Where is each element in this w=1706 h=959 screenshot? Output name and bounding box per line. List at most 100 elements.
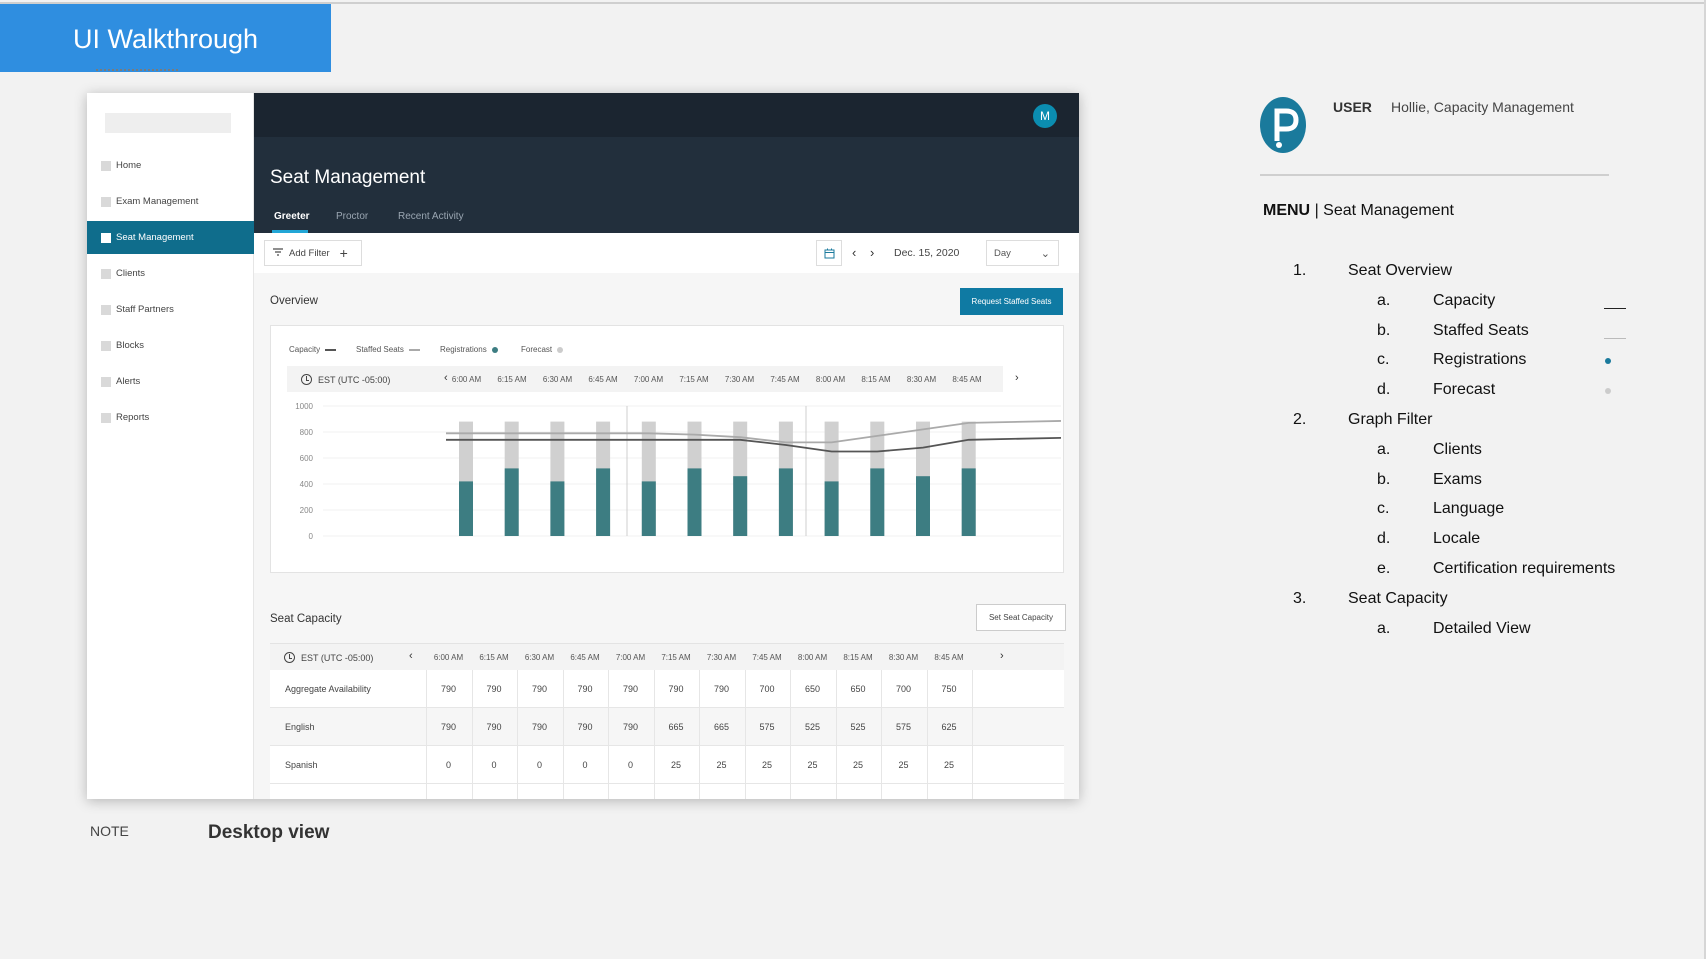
table-cell[interactable]: 790 bbox=[699, 684, 744, 694]
sidebar-item-alerts[interactable]: Alerts bbox=[87, 365, 254, 398]
calendar-button[interactable] bbox=[816, 240, 842, 266]
menu-item-number: d. bbox=[1377, 381, 1391, 399]
menu-item-text[interactable]: Detailed View bbox=[1433, 620, 1531, 638]
current-date: Dec. 15, 2020 bbox=[894, 247, 960, 259]
view-range-select[interactable]: Day ⌄ bbox=[986, 240, 1059, 266]
legend-item[interactable]: Capacity bbox=[289, 345, 337, 354]
table-cell[interactable]: 790 bbox=[608, 684, 653, 694]
sidebar-item-reports[interactable]: Reports bbox=[87, 401, 254, 434]
chart-timezone[interactable]: EST (UTC -05:00) bbox=[301, 374, 390, 385]
menu-item-text[interactable]: Graph Filter bbox=[1348, 411, 1432, 429]
app-logo-placeholder bbox=[105, 113, 231, 133]
user-value: Hollie, Capacity Management bbox=[1391, 99, 1574, 115]
table-cell[interactable]: 700 bbox=[745, 684, 790, 694]
sidebar-item-icon bbox=[101, 304, 111, 315]
table-cell[interactable]: 525 bbox=[790, 722, 835, 732]
chart-next-icon[interactable]: › bbox=[1015, 372, 1019, 384]
table-cell[interactable]: 0 bbox=[563, 760, 608, 770]
sidebar-item-label: Seat Management bbox=[116, 232, 194, 243]
add-filter-button[interactable]: Add Filter + bbox=[264, 240, 362, 266]
sidebar-item-exam-management[interactable]: Exam Management bbox=[87, 185, 254, 218]
table-next-icon[interactable]: › bbox=[1000, 650, 1004, 662]
table-cell[interactable]: 25 bbox=[790, 760, 835, 770]
table-cell[interactable]: 0 bbox=[608, 760, 653, 770]
sidebar-item-seat-management[interactable]: Seat Management bbox=[87, 221, 254, 254]
table-timezone[interactable]: EST (UTC -05:00) bbox=[284, 652, 373, 663]
menu-item-text[interactable]: Seat Overview bbox=[1348, 262, 1452, 280]
table-cell[interactable]: 790 bbox=[563, 722, 608, 732]
table-cell[interactable]: 0 bbox=[472, 760, 517, 770]
table-cell[interactable]: 790 bbox=[654, 684, 699, 694]
sidebar-item-blocks[interactable]: Blocks bbox=[87, 329, 254, 362]
menu-item-text[interactable]: Exams bbox=[1433, 471, 1482, 489]
legend-item[interactable]: Registrations bbox=[440, 345, 498, 354]
menu-item-text[interactable]: Staffed Seats bbox=[1433, 322, 1529, 340]
sidebar-item-clients[interactable]: Clients bbox=[87, 257, 254, 290]
table-column-divider bbox=[926, 670, 928, 799]
table-cell[interactable]: 650 bbox=[790, 684, 835, 694]
menu-item-text[interactable]: Forecast bbox=[1433, 381, 1495, 399]
table-cell[interactable]: 25 bbox=[654, 760, 699, 770]
prev-date-icon[interactable]: ‹ bbox=[852, 246, 856, 259]
table-cell[interactable]: 25 bbox=[745, 760, 790, 770]
sidebar-item-icon bbox=[101, 196, 111, 207]
table-cell[interactable]: 525 bbox=[836, 722, 881, 732]
table-prev-icon[interactable]: ‹ bbox=[409, 650, 413, 662]
page-title: Seat Management bbox=[270, 167, 426, 188]
table-cell[interactable]: 790 bbox=[472, 722, 517, 732]
table-cell[interactable]: 0 bbox=[517, 760, 562, 770]
menu-item-text[interactable]: Clients bbox=[1433, 441, 1482, 459]
table-cell[interactable]: 625 bbox=[927, 722, 972, 732]
table-time-label: 7:15 AM bbox=[661, 653, 691, 662]
table-cell[interactable]: 25 bbox=[836, 760, 881, 770]
walkthrough-banner: UI Walkthrough bbox=[0, 4, 331, 72]
table-cell[interactable]: 575 bbox=[881, 722, 926, 732]
next-date-icon[interactable]: › bbox=[870, 246, 874, 259]
table-cell[interactable]: 700 bbox=[881, 684, 926, 694]
menu-item-text[interactable]: Seat Capacity bbox=[1348, 590, 1448, 608]
table-cell[interactable]: 665 bbox=[699, 722, 744, 732]
calendar-icon bbox=[824, 248, 834, 258]
table-cell[interactable]: 790 bbox=[517, 722, 562, 732]
legend-item[interactable]: Forecast bbox=[521, 345, 564, 354]
tab-greeter[interactable]: Greeter bbox=[274, 211, 310, 222]
sidebar-item-home[interactable]: Home bbox=[87, 149, 254, 182]
menu-item-text[interactable]: Registrations bbox=[1433, 351, 1526, 369]
table-cell[interactable]: 790 bbox=[472, 684, 517, 694]
plus-icon: + bbox=[339, 245, 348, 261]
table-cell[interactable]: 750 bbox=[927, 684, 972, 694]
table-cell[interactable]: 790 bbox=[426, 722, 471, 732]
tab-recent-activity[interactable]: Recent Activity bbox=[398, 211, 464, 222]
menu-item-text[interactable]: Language bbox=[1433, 500, 1504, 518]
menu-item-text[interactable]: Certification requirements bbox=[1433, 560, 1615, 578]
menu-item-number: b. bbox=[1377, 321, 1391, 339]
request-staffed-seats-button[interactable]: Request Staffed Seats bbox=[960, 288, 1063, 315]
registration-bar bbox=[596, 468, 611, 536]
table-cell[interactable]: 790 bbox=[426, 684, 471, 694]
table-cell[interactable]: 790 bbox=[563, 684, 608, 694]
table-cell[interactable]: 575 bbox=[745, 722, 790, 732]
sidebar-item-staff-partners[interactable]: Staff Partners bbox=[87, 293, 254, 326]
user-avatar[interactable]: M bbox=[1033, 104, 1057, 128]
table-cell[interactable]: 0 bbox=[426, 760, 471, 770]
menu-item-text[interactable]: Capacity bbox=[1433, 292, 1495, 310]
sidebar-item-icon bbox=[101, 232, 111, 243]
tab-proctor[interactable]: Proctor bbox=[336, 211, 368, 222]
table-cell[interactable]: 665 bbox=[654, 722, 699, 732]
chevron-down-icon: ⌄ bbox=[1040, 248, 1050, 260]
table-time-label: 7:30 AM bbox=[706, 653, 737, 662]
table-cell[interactable]: 25 bbox=[881, 760, 926, 770]
user-label: USER bbox=[1333, 99, 1372, 115]
registration-bar bbox=[916, 476, 930, 536]
legend-item[interactable]: Staffed Seats bbox=[356, 345, 420, 354]
sidebar-item-icon bbox=[101, 340, 111, 351]
table-cell[interactable]: 25 bbox=[699, 760, 744, 770]
set-seat-capacity-button[interactable]: Set Seat Capacity bbox=[976, 604, 1066, 631]
table-cell[interactable]: 650 bbox=[836, 684, 881, 694]
menu-item-text[interactable]: Locale bbox=[1433, 530, 1480, 548]
seat-capacity-title: Seat Capacity bbox=[270, 613, 342, 625]
table-time-label: 8:45 AM bbox=[934, 653, 964, 662]
table-cell[interactable]: 790 bbox=[517, 684, 562, 694]
table-cell[interactable]: 790 bbox=[608, 722, 653, 732]
table-cell[interactable]: 25 bbox=[927, 760, 972, 770]
